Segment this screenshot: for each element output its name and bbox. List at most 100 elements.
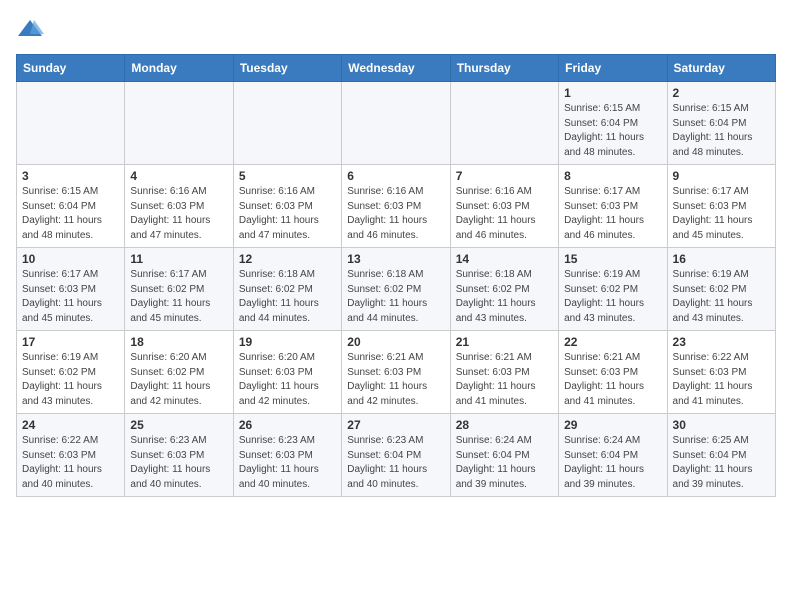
- day-info: Sunrise: 6:16 AM Sunset: 6:03 PM Dayligh…: [239, 185, 336, 243]
- day-info: Sunrise: 6:20 AM Sunset: 6:03 PM Dayligh…: [239, 351, 336, 409]
- calendar-cell: 11Sunrise: 6:17 AM Sunset: 6:02 PM Dayli…: [125, 248, 233, 331]
- weekday-header-tuesday: Tuesday: [233, 55, 341, 82]
- page-header: [16, 16, 776, 44]
- logo: [16, 16, 48, 44]
- calendar-cell: 27 Sunrise: 6:23 AM Sunset: 6:04 PM Dayli…: [342, 414, 450, 497]
- day-info: Sunrise: 6:19 AM Sunset: 6:02 PM Dayligh…: [22, 351, 119, 409]
- day-number: 9: [673, 169, 770, 183]
- day-number: 14: [456, 252, 553, 266]
- calendar-cell: 5Sunrise: 6:16 AM Sunset: 6:03 PM Daylig…: [233, 165, 341, 248]
- calendar-cell: 3 Sunrise: 6:15 AM Sunset: 6:04 PM Daylig…: [17, 165, 125, 248]
- calendar-cell: 19 Sunrise: 6:20 AM Sunset: 6:03 PM Dayli…: [233, 331, 341, 414]
- day-info: Sunrise: 6:20 AM Sunset: 6:02 PM Dayligh…: [130, 351, 227, 409]
- day-number: 4: [130, 169, 227, 183]
- day-number: 1: [564, 86, 661, 100]
- calendar-week-row: 24 Sunrise: 6:22 AM Sunset: 6:03 PM Dayli…: [17, 414, 776, 497]
- day-info: Sunrise: 6:15 AM Sunset: 6:04 PM Dayligh…: [22, 185, 119, 243]
- weekday-header-row: SundayMondayTuesdayWednesdayThursdayFrid…: [17, 55, 776, 82]
- calendar-week-row: 17 Sunrise: 6:19 AM Sunset: 6:02 PM Dayli…: [17, 331, 776, 414]
- calendar-cell: 20 Sunrise: 6:21 AM Sunset: 6:03 PM Dayli…: [342, 331, 450, 414]
- calendar-cell: 10 Sunrise: 6:17 AM Sunset: 6:03 PM Dayli…: [17, 248, 125, 331]
- day-info: Sunrise: 6:21 AM Sunset: 6:03 PM Dayligh…: [347, 351, 444, 409]
- calendar-cell: [342, 82, 450, 165]
- calendar-cell: 23 Sunrise: 6:22 AM Sunset: 6:03 PM Dayli…: [667, 331, 775, 414]
- weekday-header-monday: Monday: [125, 55, 233, 82]
- day-number: 10: [22, 252, 119, 266]
- calendar-cell: 14 Sunrise: 6:18 AM Sunset: 6:02 PM Dayli…: [450, 248, 558, 331]
- calendar-cell: 17 Sunrise: 6:19 AM Sunset: 6:02 PM Dayli…: [17, 331, 125, 414]
- calendar-cell: 21 Sunrise: 6:21 AM Sunset: 6:03 PM Dayli…: [450, 331, 558, 414]
- day-info: Sunrise: 6:16 AM Sunset: 6:03 PM Dayligh…: [130, 185, 227, 243]
- calendar-cell: 9 Sunrise: 6:17 AM Sunset: 6:03 PM Daylig…: [667, 165, 775, 248]
- calendar-cell: 1 Sunrise: 6:15 AM Sunset: 6:04 PM Daylig…: [559, 82, 667, 165]
- day-info: Sunrise: 6:17 AM Sunset: 6:03 PM Dayligh…: [673, 185, 770, 243]
- day-number: 25: [130, 418, 227, 432]
- calendar-cell: 2 Sunrise: 6:15 AM Sunset: 6:04 PM Daylig…: [667, 82, 775, 165]
- day-number: 23: [673, 335, 770, 349]
- day-number: 8: [564, 169, 661, 183]
- day-info: Sunrise: 6:23 AM Sunset: 6:04 PM Dayligh…: [347, 434, 444, 492]
- day-number: 29: [564, 418, 661, 432]
- day-info: Sunrise: 6:21 AM Sunset: 6:03 PM Dayligh…: [564, 351, 661, 409]
- day-info: Sunrise: 6:22 AM Sunset: 6:03 PM Dayligh…: [22, 434, 119, 492]
- day-number: 27: [347, 418, 444, 432]
- day-number: 3: [22, 169, 119, 183]
- day-info: Sunrise: 6:15 AM Sunset: 6:04 PM Dayligh…: [564, 102, 661, 160]
- day-info: Sunrise: 6:18 AM Sunset: 6:02 PM Dayligh…: [239, 268, 336, 326]
- day-info: Sunrise: 6:23 AM Sunset: 6:03 PM Dayligh…: [239, 434, 336, 492]
- day-number: 13: [347, 252, 444, 266]
- calendar-week-row: 10 Sunrise: 6:17 AM Sunset: 6:03 PM Dayli…: [17, 248, 776, 331]
- calendar-table: SundayMondayTuesdayWednesdayThursdayFrid…: [16, 54, 776, 497]
- calendar-body: 1 Sunrise: 6:15 AM Sunset: 6:04 PM Daylig…: [17, 82, 776, 497]
- day-info: Sunrise: 6:17 AM Sunset: 6:02 PM Dayligh…: [130, 268, 227, 326]
- calendar-cell: [125, 82, 233, 165]
- day-number: 19: [239, 335, 336, 349]
- calendar-cell: 8 Sunrise: 6:17 AM Sunset: 6:03 PM Daylig…: [559, 165, 667, 248]
- calendar-week-row: 3 Sunrise: 6:15 AM Sunset: 6:04 PM Daylig…: [17, 165, 776, 248]
- calendar-cell: [450, 82, 558, 165]
- day-info: Sunrise: 6:17 AM Sunset: 6:03 PM Dayligh…: [22, 268, 119, 326]
- day-info: Sunrise: 6:16 AM Sunset: 6:03 PM Dayligh…: [456, 185, 553, 243]
- day-number: 2: [673, 86, 770, 100]
- calendar-header: SundayMondayTuesdayWednesdayThursdayFrid…: [17, 55, 776, 82]
- calendar-week-row: 1 Sunrise: 6:15 AM Sunset: 6:04 PM Daylig…: [17, 82, 776, 165]
- day-number: 17: [22, 335, 119, 349]
- day-info: Sunrise: 6:19 AM Sunset: 6:02 PM Dayligh…: [673, 268, 770, 326]
- logo-icon: [16, 16, 44, 44]
- calendar-cell: 22 Sunrise: 6:21 AM Sunset: 6:03 PM Dayli…: [559, 331, 667, 414]
- day-info: Sunrise: 6:25 AM Sunset: 6:04 PM Dayligh…: [673, 434, 770, 492]
- calendar-cell: 29 Sunrise: 6:24 AM Sunset: 6:04 PM Dayli…: [559, 414, 667, 497]
- day-info: Sunrise: 6:18 AM Sunset: 6:02 PM Dayligh…: [456, 268, 553, 326]
- day-number: 21: [456, 335, 553, 349]
- calendar-cell: 28 Sunrise: 6:24 AM Sunset: 6:04 PM Dayli…: [450, 414, 558, 497]
- day-info: Sunrise: 6:24 AM Sunset: 6:04 PM Dayligh…: [456, 434, 553, 492]
- day-number: 6: [347, 169, 444, 183]
- weekday-header-wednesday: Wednesday: [342, 55, 450, 82]
- day-number: 22: [564, 335, 661, 349]
- day-number: 15: [564, 252, 661, 266]
- calendar-cell: 25 Sunrise: 6:23 AM Sunset: 6:03 PM Dayli…: [125, 414, 233, 497]
- day-number: 30: [673, 418, 770, 432]
- weekday-header-saturday: Saturday: [667, 55, 775, 82]
- day-number: 16: [673, 252, 770, 266]
- day-info: Sunrise: 6:18 AM Sunset: 6:02 PM Dayligh…: [347, 268, 444, 326]
- calendar-cell: 13 Sunrise: 6:18 AM Sunset: 6:02 PM Dayli…: [342, 248, 450, 331]
- day-info: Sunrise: 6:23 AM Sunset: 6:03 PM Dayligh…: [130, 434, 227, 492]
- day-info: Sunrise: 6:17 AM Sunset: 6:03 PM Dayligh…: [564, 185, 661, 243]
- day-info: Sunrise: 6:21 AM Sunset: 6:03 PM Dayligh…: [456, 351, 553, 409]
- day-number: 18: [130, 335, 227, 349]
- day-number: 28: [456, 418, 553, 432]
- day-info: Sunrise: 6:16 AM Sunset: 6:03 PM Dayligh…: [347, 185, 444, 243]
- calendar-cell: [17, 82, 125, 165]
- calendar-cell: 26Sunrise: 6:23 AM Sunset: 6:03 PM Dayli…: [233, 414, 341, 497]
- weekday-header-thursday: Thursday: [450, 55, 558, 82]
- day-info: Sunrise: 6:22 AM Sunset: 6:03 PM Dayligh…: [673, 351, 770, 409]
- day-number: 24: [22, 418, 119, 432]
- calendar-cell: 24 Sunrise: 6:22 AM Sunset: 6:03 PM Dayli…: [17, 414, 125, 497]
- day-number: 12: [239, 252, 336, 266]
- day-number: 20: [347, 335, 444, 349]
- calendar-cell: 30 Sunrise: 6:25 AM Sunset: 6:04 PM Dayli…: [667, 414, 775, 497]
- day-info: Sunrise: 6:15 AM Sunset: 6:04 PM Dayligh…: [673, 102, 770, 160]
- day-info: Sunrise: 6:24 AM Sunset: 6:04 PM Dayligh…: [564, 434, 661, 492]
- weekday-header-friday: Friday: [559, 55, 667, 82]
